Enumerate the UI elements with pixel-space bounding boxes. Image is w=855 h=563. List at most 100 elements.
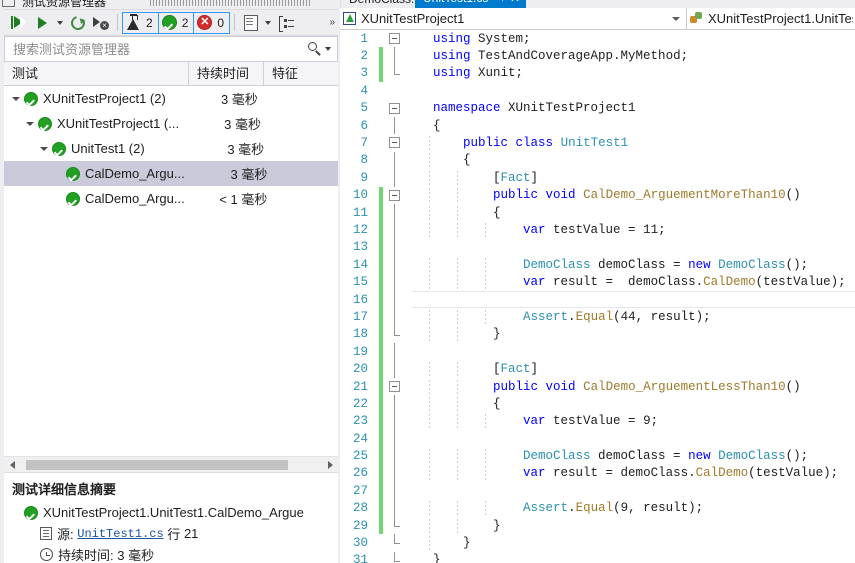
code-line[interactable]: 1 using System; [340, 30, 855, 47]
table-row[interactable]: XUnitTestProject1 (... 3 毫秒 [4, 111, 338, 136]
code-line[interactable]: 6 { [340, 116, 855, 135]
outlining-glyph[interactable] [387, 238, 403, 257]
run-all-tests-button[interactable] [8, 12, 30, 34]
outlining-glyph[interactable] [387, 203, 403, 222]
code-line[interactable]: 22 { [340, 395, 855, 413]
collapse-minus-icon[interactable] [389, 380, 400, 392]
outlining-glyph[interactable] [387, 534, 403, 551]
code-line[interactable]: 15 var result = demoClass.CalDemo(testVa… [340, 273, 855, 291]
outlining-glyph[interactable] [387, 169, 403, 187]
table-row[interactable]: CalDemo_Argu... 3 毫秒 [4, 161, 338, 186]
outlining-glyph[interactable] [387, 273, 403, 291]
code-line[interactable]: 11 { [340, 203, 855, 222]
search-box[interactable] [4, 36, 338, 62]
table-row[interactable]: XUnitTestProject1 (2) 3 毫秒 [4, 86, 338, 111]
outlining-glyph[interactable] [387, 187, 403, 204]
outlining-glyph[interactable] [387, 30, 403, 47]
toolbar-overflow-button[interactable]: » [329, 17, 334, 28]
repeat-last-run-button[interactable] [67, 12, 89, 34]
code-line[interactable]: 18 } [340, 325, 855, 344]
scroll-right-button[interactable] [322, 457, 338, 473]
code-line[interactable]: 8 { [340, 151, 855, 170]
table-row[interactable]: UnitTest1 (2) 3 毫秒 [4, 136, 338, 161]
code-line[interactable]: 3 using Xunit; [340, 64, 855, 83]
hscroll-track[interactable] [20, 457, 322, 473]
code-line[interactable]: 5 namespace XUnitTestProject1 [340, 100, 855, 117]
not-run-count-button[interactable]: 2 [123, 12, 159, 33]
code-line[interactable]: 25 DemoClass demoClass = new DemoClass()… [340, 447, 855, 465]
code-surface[interactable]: 1 using System; 2 using TestAndCoverageAp… [340, 30, 855, 563]
outlining-glyph[interactable] [387, 151, 403, 170]
outlining-glyph[interactable] [387, 325, 403, 343]
code-line[interactable]: 21 public void CalDemo_ArguementLessThan… [340, 377, 855, 396]
expander-triangle-icon[interactable] [12, 96, 20, 101]
outlining-glyph[interactable] [387, 395, 403, 413]
outlining-glyph[interactable] [387, 551, 403, 563]
outlining-glyph[interactable] [387, 308, 403, 326]
close-icon[interactable]: ✕ [510, 0, 520, 8]
outlining-glyph[interactable] [387, 221, 403, 239]
outlining-glyph[interactable] [387, 447, 403, 465]
failed-count-button[interactable]: ✕ 0 [194, 13, 229, 33]
group-by-dropdown-button[interactable] [262, 12, 274, 34]
code-line[interactable]: 31 } [340, 551, 855, 563]
outlining-glyph[interactable] [387, 499, 403, 517]
chevron-down-icon-project[interactable] [672, 16, 680, 21]
hscroll-thumb[interactable] [26, 459, 288, 470]
code-line[interactable]: 16 [340, 290, 855, 309]
code-line[interactable]: 26 var result = demoClass.CalDemo(testVa… [340, 464, 855, 483]
outlining-glyph[interactable] [387, 47, 403, 65]
table-row[interactable]: CalDemo_Argu... < 1 毫秒 [4, 186, 338, 211]
column-header-test[interactable]: 测试 [4, 61, 189, 86]
project-dropdown[interactable]: XUnitTestProject1 [340, 8, 687, 29]
outlining-glyph[interactable] [387, 464, 403, 483]
tab-unittest1-cs[interactable]: UnitTest1.cs ⊣ ✕ [415, 0, 527, 8]
passed-count-button[interactable]: 2 [159, 12, 195, 33]
code-line[interactable]: 2 using TestAndCoverageApp.MyMethod; [340, 47, 855, 65]
column-header-duration[interactable]: 持续时间 [189, 61, 264, 86]
outlining-glyph[interactable] [387, 412, 403, 430]
code-line[interactable]: 28 Assert.Equal(9, result); [340, 499, 855, 517]
code-line[interactable]: 13 [340, 238, 855, 257]
outlining-glyph[interactable] [387, 378, 403, 395]
code-line[interactable]: 12 var testValue = 11; [340, 221, 855, 239]
code-line[interactable]: 23 var testValue = 9; [340, 412, 855, 430]
code-line[interactable]: 24 [340, 429, 855, 448]
outlining-glyph[interactable] [387, 134, 403, 151]
expander-triangle-icon[interactable] [26, 121, 34, 126]
outlining-glyph[interactable] [387, 343, 403, 361]
outlining-glyph[interactable] [387, 116, 403, 135]
code-line[interactable]: 19 [340, 343, 855, 361]
outlining-glyph[interactable] [387, 482, 403, 500]
search-input[interactable] [5, 40, 308, 58]
code-line[interactable]: 10 public void CalDemo_ArguementMoreThan… [340, 186, 855, 204]
member-dropdown[interactable]: XUnitTestProject1.UnitTes [687, 8, 855, 29]
code-line[interactable]: 7 public class UnitTest1 [340, 134, 855, 151]
outlining-glyph[interactable] [387, 82, 403, 99]
search-options-chevron-icon[interactable] [325, 47, 331, 51]
code-line[interactable]: 27 [340, 482, 855, 500]
collapse-minus-icon[interactable] [389, 102, 400, 114]
group-by-button[interactable] [239, 12, 261, 34]
code-line[interactable]: 30 } [340, 534, 855, 551]
list-view-button[interactable] [275, 12, 297, 34]
collapse-minus-icon[interactable] [389, 137, 400, 149]
collapse-minus-icon[interactable] [389, 189, 400, 201]
column-header-traits[interactable]: 特征 [264, 62, 338, 86]
outlining-glyph[interactable] [387, 429, 403, 448]
scroll-left-button[interactable] [4, 457, 20, 473]
outlining-glyph[interactable] [387, 516, 403, 534]
outlining-glyph[interactable] [387, 100, 403, 117]
test-tree-hscrollbar[interactable] [4, 456, 338, 472]
code-line[interactable]: 17 Assert.Equal(44, result); [340, 308, 855, 326]
expander-triangle-icon[interactable] [40, 146, 48, 151]
code-line[interactable]: 9 [Fact] [340, 169, 855, 187]
run-dropdown-button[interactable] [54, 12, 66, 34]
detail-source-link[interactable]: UnitTest1.cs [77, 527, 163, 541]
outlining-glyph[interactable] [387, 290, 403, 309]
outlining-glyph[interactable] [387, 256, 403, 274]
code-line[interactable]: 29 } [340, 516, 855, 535]
outlining-glyph[interactable] [387, 64, 403, 82]
collapse-minus-icon[interactable] [389, 33, 400, 44]
run-tests-button[interactable] [31, 12, 53, 34]
